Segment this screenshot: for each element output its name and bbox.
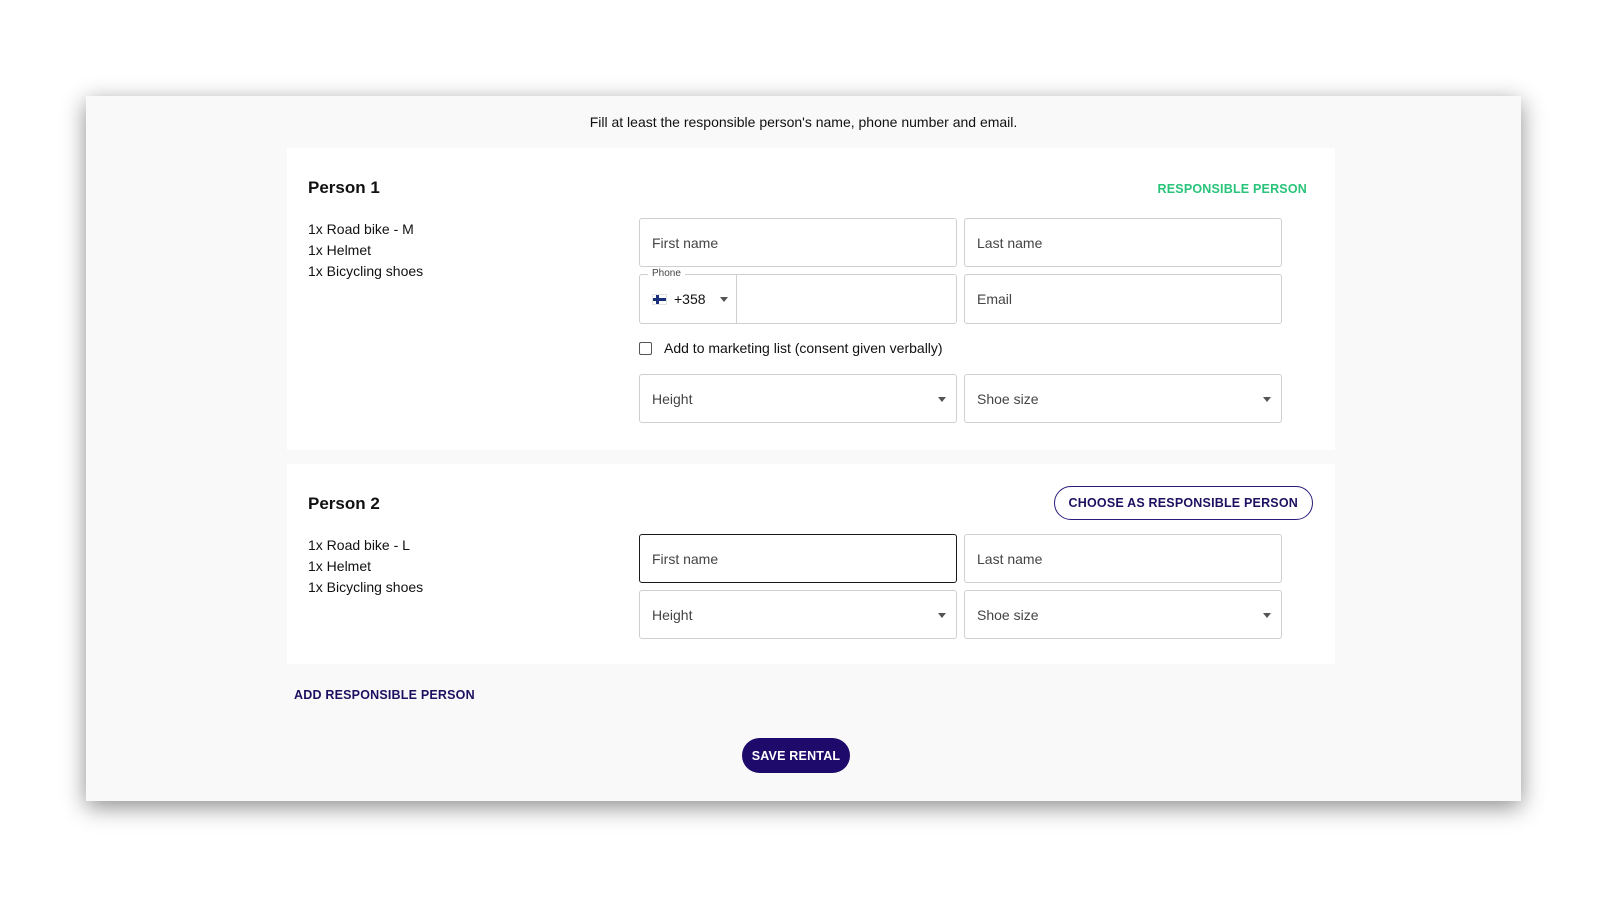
person-title: Person 2 (308, 494, 380, 513)
finland-flag-icon (652, 294, 667, 305)
choose-as-responsible-button[interactable]: CHOOSE AS RESPONSIBLE PERSON (1053, 486, 1313, 520)
chevron-down-icon (1263, 612, 1271, 618)
last-name-placeholder: Last name (977, 550, 1043, 567)
marketing-consent-label: Add to marketing list (consent given ver… (664, 340, 943, 356)
person-card-1: Person 1 RESPONSIBLE PERSON 1x Road bike… (287, 148, 1335, 450)
shoe-size-placeholder: Shoe size (977, 390, 1039, 407)
rental-items-list: 1x Road bike - M 1x Helmet 1x Bicycling … (308, 219, 423, 282)
person-card-2: Person 2 CHOOSE AS RESPONSIBLE PERSON 1x… (287, 464, 1335, 664)
last-name-field[interactable]: Last name (964, 534, 1282, 583)
person-title: Person 1 (308, 178, 380, 197)
shoe-size-select[interactable]: Shoe size (964, 590, 1282, 639)
last-name-field[interactable]: Last name (964, 218, 1282, 267)
list-item: 1x Helmet (308, 558, 372, 574)
list-item: 1x Bicycling shoes (308, 579, 424, 595)
save-rental-button[interactable]: SAVE RENTAL (742, 738, 850, 773)
app-window: Fill at least the responsible person's n… (86, 96, 1521, 801)
responsible-person-badge: RESPONSIBLE PERSON (1157, 182, 1307, 196)
first-name-placeholder: First name (652, 550, 719, 567)
list-item: 1x Road bike - L (308, 537, 410, 553)
instruction-text: Fill at least the responsible person's n… (589, 114, 1018, 130)
phone-field: Phone +358 (639, 268, 957, 324)
chevron-down-icon (938, 612, 946, 618)
first-name-field[interactable]: First name (639, 218, 957, 267)
list-item: 1x Helmet (308, 242, 372, 258)
email-placeholder: Email (977, 291, 1013, 307)
height-placeholder: Height (652, 390, 693, 407)
first-name-field[interactable]: First name (639, 534, 957, 583)
shoe-size-placeholder: Shoe size (977, 606, 1039, 623)
list-item: 1x Bicycling shoes (308, 263, 424, 279)
height-select[interactable]: Height (639, 590, 957, 639)
list-item: 1x Road bike - M (308, 221, 414, 237)
chevron-down-icon (720, 297, 728, 302)
marketing-consent-checkbox[interactable] (639, 341, 652, 355)
email-field[interactable]: Email (964, 274, 1282, 324)
add-responsible-person-link[interactable]: ADD RESPONSIBLE PERSON (294, 688, 475, 702)
marketing-consent-checkbox-row[interactable]: Add to marketing list (consent given ver… (639, 339, 943, 357)
phone-number-input[interactable] (737, 275, 956, 323)
chevron-down-icon (1263, 396, 1271, 402)
first-name-placeholder: First name (652, 234, 719, 251)
height-placeholder: Height (652, 606, 693, 623)
height-select[interactable]: Height (639, 374, 957, 423)
country-code-value: +358 (674, 291, 706, 307)
chevron-down-icon (938, 396, 946, 402)
country-code-select[interactable]: +358 (640, 275, 737, 323)
last-name-placeholder: Last name (977, 234, 1043, 251)
shoe-size-select[interactable]: Shoe size (964, 374, 1282, 423)
rental-items-list: 1x Road bike - L 1x Helmet 1x Bicycling … (308, 535, 423, 598)
